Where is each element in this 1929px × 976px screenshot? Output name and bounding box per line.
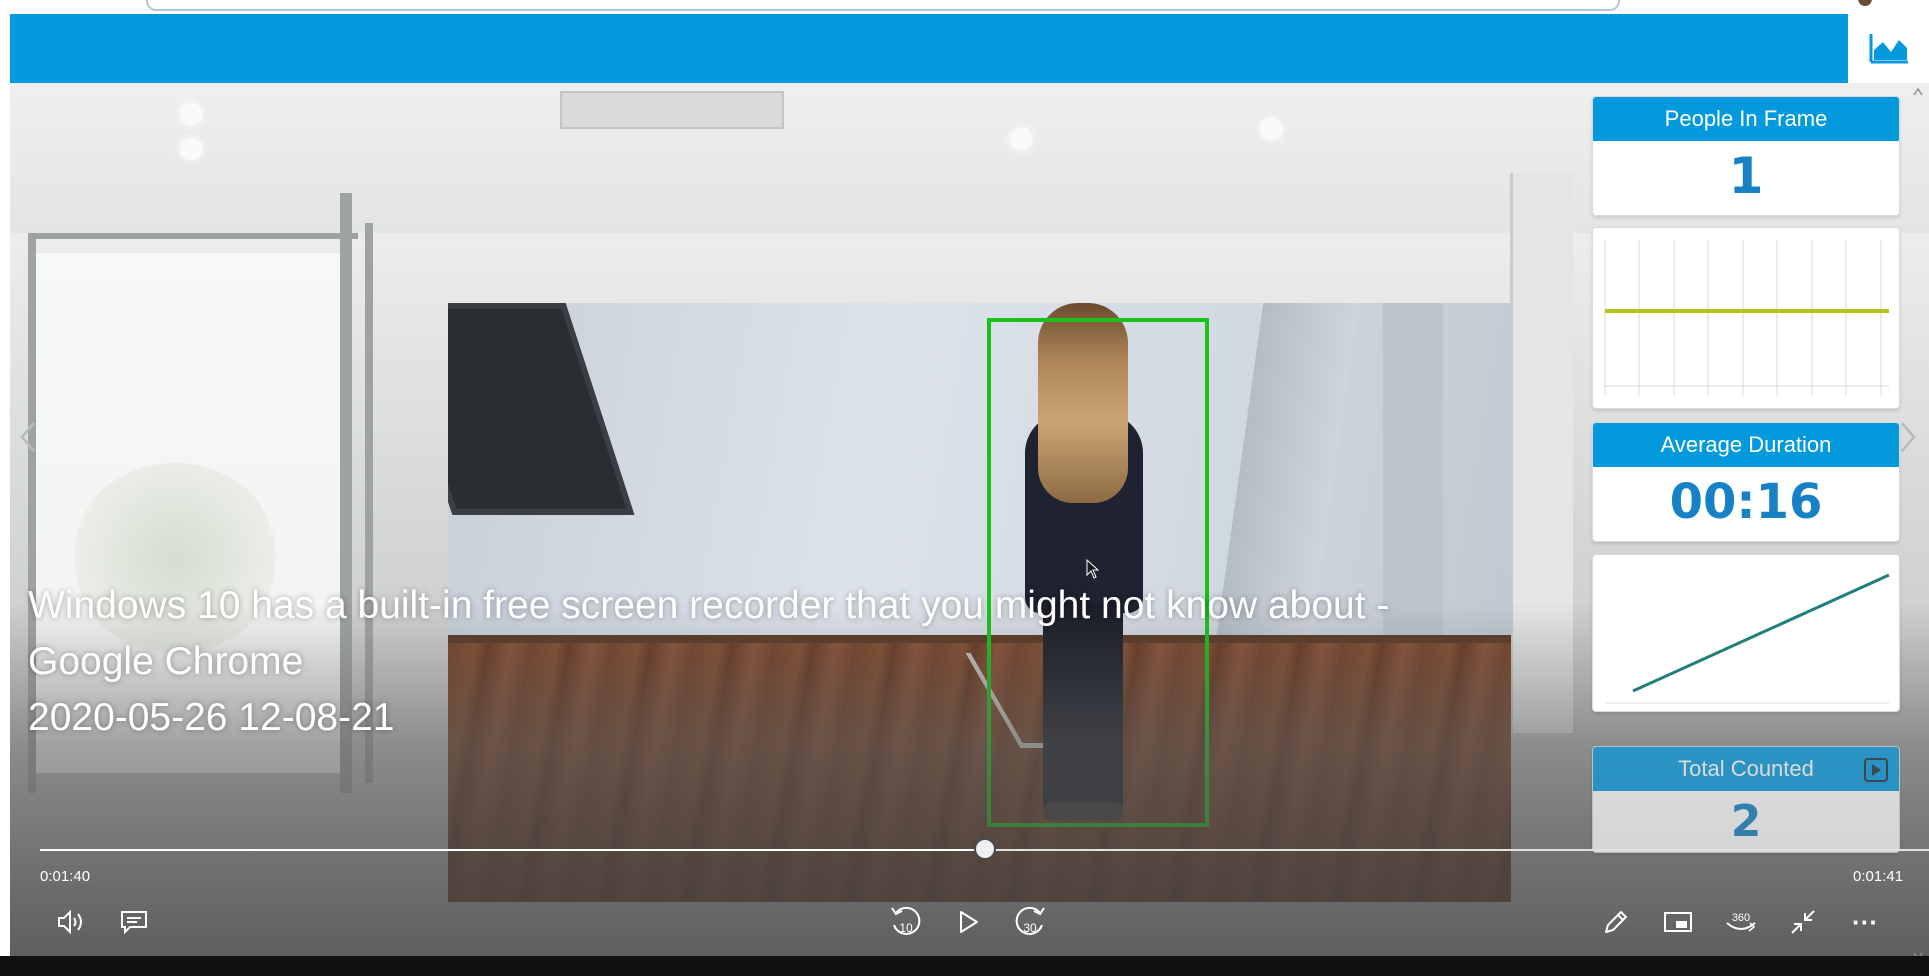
video-title: Windows 10 has a built-in free screen re… — [28, 578, 1508, 746]
people-in-frame-title: People In Frame — [1593, 97, 1899, 141]
seek-bar-progress — [40, 849, 985, 851]
app-header — [10, 14, 1848, 83]
total-counted-card: Total Counted 2 — [1592, 746, 1900, 853]
profile-avatar[interactable] — [1858, 0, 1872, 6]
window-frame — [28, 233, 358, 239]
total-time: 0:01:41 — [1853, 868, 1904, 885]
exit-fullscreen-button[interactable] — [1782, 903, 1824, 941]
view-360-button[interactable]: 360 — [1720, 903, 1762, 941]
volume-button[interactable] — [50, 903, 92, 941]
total-counted-title: Total Counted — [1593, 747, 1899, 791]
more-options-icon: ··· — [1852, 906, 1878, 937]
people-in-frame-card: People In Frame 1 — [1592, 96, 1900, 216]
address-bar[interactable] — [146, 0, 1620, 11]
video-title-line-1: Windows 10 has a built-in free screen re… — [28, 584, 1390, 683]
view-360-label: 360 — [1732, 912, 1750, 924]
subtitles-icon — [121, 911, 147, 934]
seek-bar[interactable] — [40, 838, 1929, 860]
mini-view-button[interactable] — [1657, 903, 1699, 941]
video-title-line-2: 2020-05-26 12-08-21 — [28, 696, 395, 739]
duration-trend-chart — [1592, 554, 1900, 712]
skip-forward-button[interactable]: 30 — [1009, 903, 1051, 941]
play-button[interactable] — [947, 903, 989, 941]
area-chart-icon[interactable] — [1868, 28, 1910, 68]
people-in-frame-value: 1 — [1728, 147, 1764, 205]
next-arrow-icon[interactable] — [1898, 420, 1918, 454]
pencil-icon — [1605, 911, 1627, 933]
people-trend-chart — [1592, 227, 1900, 409]
chart-gridlines — [1604, 240, 1889, 396]
seek-bar-thumb[interactable] — [974, 838, 996, 860]
view-360-icon: 360 — [1726, 912, 1756, 932]
mouse-cursor-icon — [1086, 559, 1100, 579]
more-options-button[interactable]: ··· — [1844, 903, 1886, 941]
current-time: 0:01:40 — [40, 868, 91, 885]
previous-arrow-icon[interactable] — [18, 420, 38, 454]
export-icon[interactable] — [1863, 757, 1889, 783]
skip-forward-label: 30 — [1023, 921, 1037, 935]
skip-back-icon: 10 — [891, 906, 921, 935]
scroll-up-icon[interactable] — [1912, 86, 1924, 98]
edit-button[interactable] — [1595, 903, 1637, 941]
exit-fullscreen-icon — [1791, 910, 1815, 934]
skip-back-button[interactable]: 10 — [885, 903, 927, 941]
rising-line-chart — [1605, 573, 1890, 704]
ceiling-light — [1260, 118, 1282, 140]
play-icon — [960, 911, 978, 933]
mini-view-icon — [1664, 912, 1692, 932]
average-duration-title: Average Duration — [1593, 423, 1899, 467]
average-duration-value: 00:16 — [1669, 474, 1823, 530]
ceiling-light — [180, 103, 202, 125]
skip-back-label: 10 — [899, 921, 913, 935]
total-counted-value: 2 — [1730, 796, 1762, 847]
ceiling-light — [1010, 128, 1032, 150]
chart-series-line — [1632, 573, 1890, 693]
ceiling-vent — [560, 91, 784, 129]
volume-icon — [58, 909, 82, 935]
skip-forward-icon: 30 — [1015, 906, 1045, 935]
subtitles-button[interactable] — [113, 903, 155, 941]
browser-strip — [0, 0, 1929, 14]
flat-line-chart — [1604, 240, 1889, 396]
ceiling-light — [180, 138, 202, 160]
average-duration-card: Average Duration 00:16 — [1592, 422, 1900, 542]
taskbar-edge — [0, 956, 1929, 976]
